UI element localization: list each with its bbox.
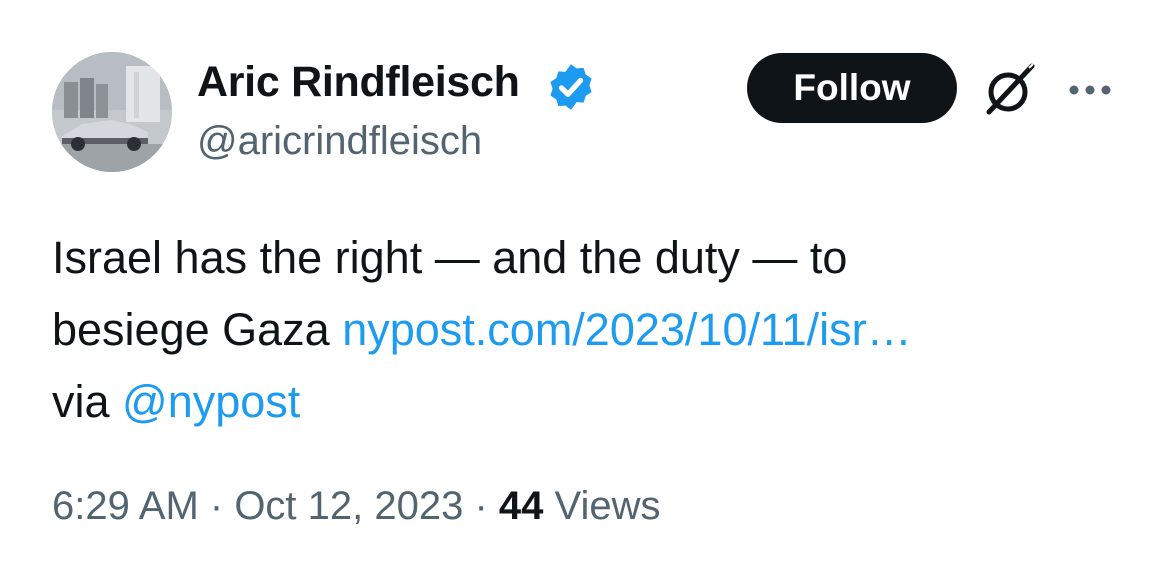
grok-icon[interactable]: [980, 60, 1040, 120]
tweet-line-3: via @nypost: [52, 366, 1132, 438]
tweet-card: Aric Rindfleisch @aricrindfleisch Follow…: [0, 0, 1170, 571]
mention-link-nypost[interactable]: @nypost: [122, 376, 300, 427]
tweet-line-3-text: via: [52, 376, 123, 427]
tweet-time[interactable]: 6:29 AM: [52, 484, 199, 528]
tweet-metadata: 6:29 AM · Oct 12, 2023 · 44 Views: [52, 480, 661, 532]
tweet-line-2: besiege Gaza nypost.com/2023/10/11/isr…: [52, 294, 1132, 366]
verified-badge-icon[interactable]: [545, 61, 597, 113]
author-display-name[interactable]: Aric Rindfleisch: [197, 56, 520, 108]
views-count[interactable]: 44: [499, 484, 544, 528]
meta-separator: ·: [198, 484, 235, 528]
tweet-line-1: Israel has the right — and the duty — to: [52, 232, 848, 283]
views-label[interactable]: Views: [543, 484, 661, 528]
article-link[interactable]: nypost.com/2023/10/11/isr…: [342, 304, 911, 355]
tweet-text: Israel has the right — and the duty — to…: [52, 222, 1132, 438]
author-handle[interactable]: @aricrindfleisch: [197, 116, 482, 166]
more-icon[interactable]: [1066, 76, 1114, 104]
avatar-image: [52, 52, 172, 172]
follow-button[interactable]: Follow: [747, 53, 957, 123]
avatar[interactable]: [52, 52, 172, 172]
tweet-date[interactable]: Oct 12, 2023: [234, 484, 463, 528]
tweet-line-2-text: besiege Gaza: [52, 304, 343, 355]
meta-separator: ·: [463, 484, 499, 528]
